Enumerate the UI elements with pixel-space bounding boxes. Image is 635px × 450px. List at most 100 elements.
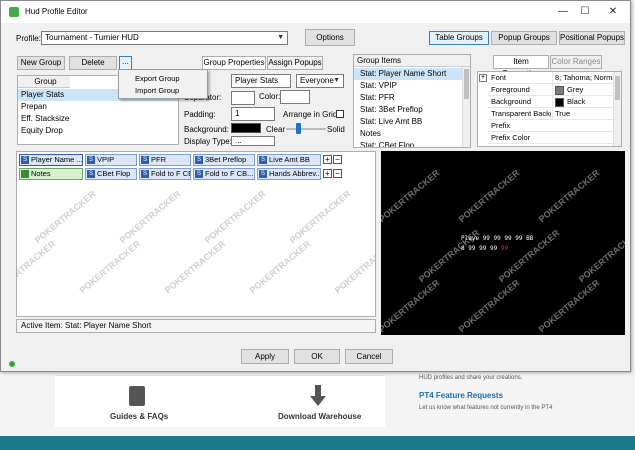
stat-cell[interactable]: S Live Amt BB <box>257 154 321 166</box>
stat-icon: S <box>87 170 95 179</box>
download-icon <box>310 385 326 407</box>
stat-cell[interactable]: S PFR <box>139 154 191 166</box>
group-context-menu: Export Group Import Group <box>118 69 208 99</box>
tab-positional-popups[interactable]: Positional Popups <box>559 31 625 45</box>
stat-icon: S <box>141 156 149 165</box>
group-items-scrollbar[interactable] <box>462 67 470 147</box>
maximize-button[interactable]: ☐ <box>574 3 596 21</box>
stat-cell-label: PFR <box>151 155 166 164</box>
profile-select-value: Tournament - Turnier HUD <box>45 33 139 42</box>
cancel-button[interactable]: Cancel <box>345 349 393 364</box>
expand-icon[interactable]: + <box>479 74 487 82</box>
stat-cell[interactable]: S Player Name ... <box>19 154 83 166</box>
close-button[interactable]: ✕ <box>602 3 624 21</box>
group-item-entry[interactable]: Stat: PFR <box>354 92 462 104</box>
scrollbar-thumb[interactable] <box>615 76 620 100</box>
stat-icon: S <box>195 156 203 165</box>
opacity-slider[interactable] <box>286 128 326 130</box>
options-button[interactable]: Options <box>305 29 355 46</box>
group-menu-button[interactable]: ... <box>119 56 132 70</box>
group-item-entry[interactable]: Stat: CBet Flop <box>354 140 462 147</box>
watermark: POKERTRACKER <box>77 238 143 296</box>
delete-group-button[interactable]: Delete <box>69 56 117 70</box>
group-item-entry[interactable]: Stat: Player Name Short <box>354 68 462 80</box>
stat-cell[interactable]: S Hands Abbrev... <box>257 168 321 180</box>
display-type-label: Display Type: <box>184 137 232 146</box>
property-row-foreground[interactable]: Foreground Grey <box>488 84 618 96</box>
minimize-button[interactable]: — <box>552 3 574 21</box>
padding-label: Padding: <box>184 110 216 119</box>
property-row-prefix-color[interactable]: Prefix Color <box>488 132 618 144</box>
stat-cell-label: CBet Flop <box>97 169 131 178</box>
watermark: POKERTRACKER <box>117 188 183 246</box>
stat-cell[interactable]: Notes <box>19 168 83 180</box>
property-row-font[interactable]: Font 8; Tahoma; Norma <box>488 72 618 84</box>
remove-column-button[interactable]: − <box>333 155 342 164</box>
window-title: Hud Profile Editor <box>25 7 88 16</box>
group-item-entry[interactable]: Notes <box>354 128 462 140</box>
group-item-entry[interactable]: Stat: 3Bet Preflop <box>354 104 462 116</box>
profile-select[interactable]: Tournament - Turnier HUD ▼ <box>41 31 288 45</box>
stat-cell[interactable]: SFold to F CB... <box>193 168 255 180</box>
watermark: POKERTRACKER <box>162 238 228 296</box>
opacity-slider-thumb[interactable] <box>296 123 301 134</box>
group-name-field[interactable]: Player Stats <box>231 74 291 88</box>
hud-player-label: Playe <box>461 235 480 242</box>
tab-popup-groups[interactable]: Popup Groups <box>491 31 557 45</box>
tab-assign-popups[interactable]: Assign Popups <box>267 56 323 70</box>
download-warehouse-link[interactable]: Download Warehouse <box>278 412 361 421</box>
stat-cell-label: Live Amt BB <box>269 155 310 164</box>
tab-table-groups[interactable]: Table Groups <box>429 31 489 45</box>
arrange-in-grid-checkbox[interactable] <box>336 110 344 118</box>
group-item[interactable]: Eff. Stacksize <box>18 113 178 125</box>
separator-field[interactable] <box>231 91 255 105</box>
stat-cell[interactable]: S CBet Flop <box>85 168 137 180</box>
ok-button[interactable]: OK <box>294 349 340 364</box>
property-row-transparent-background[interactable]: Transparent Backg True <box>488 108 618 120</box>
new-group-button[interactable]: New Group <box>17 56 65 70</box>
scrollbar-thumb[interactable] <box>464 69 469 99</box>
stat-cell[interactable]: S 3Bet Preflop <box>193 154 255 166</box>
export-group-menu-item[interactable]: Export Group <box>135 74 180 83</box>
guides-icon <box>129 386 145 406</box>
watermark: POKERTRACKER <box>381 277 442 335</box>
hud-preview: POKERTRACKER POKERTRACKER POKERTRACKER P… <box>381 151 625 335</box>
visibility-select-value: Everyone <box>300 76 334 85</box>
hud-value: 99 <box>515 235 523 242</box>
tab-group-properties[interactable]: Group Properties <box>202 56 266 70</box>
stat-cell[interactable]: SFold to F CB... <box>139 168 191 180</box>
group-items-header: Group Items <box>354 55 470 67</box>
padding-field[interactable]: 1 <box>231 107 275 121</box>
group-item-entry[interactable]: Stat: VPIP <box>354 80 462 92</box>
chevron-down-icon: ▼ <box>277 34 284 41</box>
color-field[interactable] <box>280 90 310 104</box>
remove-column-button[interactable]: − <box>333 169 342 178</box>
property-key: Foreground <box>491 85 530 94</box>
stat-cell[interactable]: S VPIP <box>85 154 137 166</box>
visibility-select[interactable]: Everyone ▼ <box>296 74 344 88</box>
add-column-button[interactable]: + <box>323 155 332 164</box>
group-item-entry[interactable]: Stat: Live Amt BB <box>354 116 462 128</box>
background-color-swatch[interactable] <box>231 123 261 133</box>
watermark: POKERTRACKER <box>536 277 602 335</box>
tab-item-properties[interactable]: Item Properties <box>493 55 549 78</box>
tab-color-ranges[interactable]: Color Ranges <box>550 55 602 69</box>
group-item[interactable]: Prepan <box>18 101 178 113</box>
add-column-button[interactable]: + <box>323 169 332 178</box>
apply-button[interactable]: Apply <box>241 349 289 364</box>
property-row-prefix[interactable]: Prefix <box>488 120 618 132</box>
import-group-menu-item[interactable]: Import Group <box>135 86 179 95</box>
watermark: POKERTRACKER <box>332 238 376 296</box>
guides-link[interactable]: Guides & FAQs <box>110 412 168 421</box>
feature-requests-link[interactable]: PT4 Feature Requests <box>419 391 503 400</box>
profile-label: Profile: <box>16 34 41 43</box>
property-value: Black <box>567 97 586 106</box>
layout-grid-area: POKERTRACKER POKERTRACKER POKERTRACKER P… <box>16 151 376 317</box>
display-type-select[interactable]: ... <box>231 136 275 146</box>
watermark: POKERTRACKER <box>381 167 442 225</box>
stat-icon: S <box>195 170 203 179</box>
stat-cell-label: 3Bet Preflop <box>205 155 247 164</box>
group-item[interactable]: Equity Drop <box>18 125 178 137</box>
property-row-background[interactable]: Background Black <box>488 96 618 108</box>
item-properties-scrollbar[interactable] <box>613 72 621 146</box>
